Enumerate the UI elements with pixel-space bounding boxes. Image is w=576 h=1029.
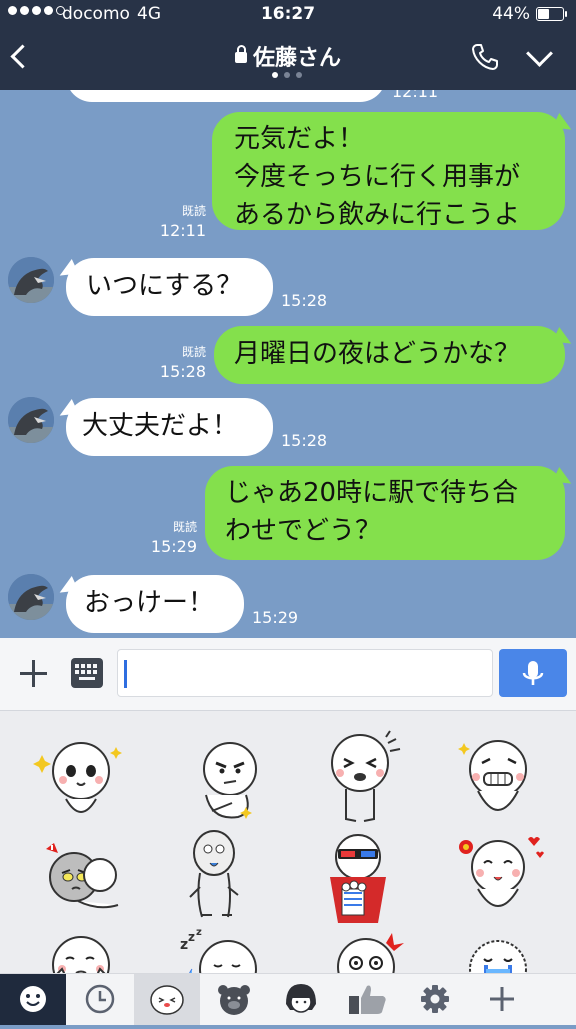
sticker-panel[interactable]: z z z [0,711,576,973]
message-meta: 既読 15:29 [141,518,197,556]
message-text: 大丈夫だよ！ [82,411,239,441]
gear-icon [421,985,449,1013]
svg-text:z: z [180,937,188,953]
sticker-grinning[interactable] [450,733,560,833]
message-time: 15:29 [252,608,299,627]
tab-add[interactable] [469,974,535,1025]
phone-icon[interactable] [470,42,500,72]
message-bubble-outgoing[interactable]: 元気だよ！ 今度そっちに行く用事が あるから飲みに行こうよ [212,112,565,230]
page-dot [284,72,290,78]
message-text: いつにする？ [86,271,243,301]
sticker-laughing[interactable] [316,729,426,829]
read-receipt: 既読 [172,520,197,534]
dinosaur-avatar-icon [8,574,54,620]
tab-sticker-pack[interactable] [134,974,200,1025]
message-time: 15:28 [281,291,328,310]
message-time: 12:11 [392,90,439,101]
message-meta: 既読 15:28 [150,343,206,381]
sticker-popcorn-3d[interactable] [316,831,426,931]
dinosaur-avatar-icon [8,257,54,303]
message-time: 12:11 [159,221,206,240]
sticker-sleeping[interactable]: z z z [172,929,282,973]
message-bubble-incoming[interactable]: おっけー！ [66,575,244,633]
message-time: 15:29 [150,537,197,556]
plus-icon [490,987,514,1011]
read-receipt: 既読 [181,204,206,218]
message-text-field[interactable] [117,649,493,697]
sticker-shocked[interactable] [316,927,426,973]
message-bubble-outgoing[interactable]: 月曜日の夜はどうかな？ [214,326,565,384]
plus-icon[interactable] [18,658,48,688]
dinosaur-avatar-icon [8,397,54,443]
message-meta: 既読 12:11 [150,202,206,240]
message-input[interactable] [130,658,484,690]
battery-percent: 44% [492,4,530,24]
sticker-blowing-kiss[interactable] [28,929,138,973]
read-receipt: 既読 [181,345,206,359]
tab-history[interactable] [67,974,133,1025]
message-text: おっけー！ [84,588,215,618]
microphone-icon [522,661,544,685]
message-bubble-outgoing[interactable]: じゃあ20時に駅で待ち合 わせでどう？ [205,466,565,560]
keyboard-icon[interactable] [71,658,103,688]
page-dot [296,72,302,78]
status-time: 16:27 [260,4,316,24]
sticker-sweating[interactable] [28,831,138,931]
tab-emoji[interactable] [0,974,66,1025]
message-bubble-incoming[interactable]: 大丈夫だよ！ [66,398,273,456]
message-bubble-incoming[interactable]: いつにする？ [66,258,273,316]
message-input-bar [0,638,576,711]
avatar[interactable] [8,257,54,303]
sticker-excited[interactable] [28,733,138,833]
tab-girl[interactable] [268,974,334,1025]
sticker-tab-bar [0,973,576,1025]
message-bubble-partial[interactable] [66,90,386,102]
page-dot [272,72,278,78]
page-indicator [272,72,302,78]
svg-text:z: z [196,929,202,938]
chat-title-text: 佐藤さん [252,46,341,71]
avatar[interactable] [8,574,54,620]
message-line: わせでどう？ [225,516,382,546]
message-line: 今度そっちに行く用事が [234,162,521,192]
text-caret [124,660,127,688]
sticker-crying[interactable] [450,929,560,973]
tab-bear[interactable] [201,974,267,1025]
girl-icon [286,984,316,1013]
bear-icon [218,985,250,1015]
top-bar: docomo 4G 16:27 44% 佐藤さん [0,0,576,90]
svg-text:z: z [188,930,195,944]
lock-icon [234,45,247,63]
avatar[interactable] [8,397,54,443]
sticker-face-icon [150,985,184,1015]
sticker-zombie[interactable] [172,827,282,927]
status-bar: docomo 4G 16:27 44% [0,0,576,30]
tab-settings[interactable] [402,974,468,1025]
voice-message-button[interactable] [499,649,567,697]
tab-thumbs-up[interactable] [335,974,401,1025]
thumbs-up-icon [349,985,386,1014]
battery-icon [536,7,567,21]
message-time: 15:28 [281,431,328,450]
message-line: あるから飲みに行こうよ [234,200,521,230]
clock-icon [85,984,115,1014]
chat-history[interactable]: 12:11 元気だよ！ 今度そっちに行く用事が あるから飲みに行こうよ 既読 1… [0,90,576,638]
message-line: 元気だよ！ [234,124,365,154]
message-line: じゃあ20時に駅で待ち合 [225,478,519,508]
sticker-smug[interactable] [172,733,282,833]
sticker-blushing[interactable] [450,831,560,931]
message-text: 月曜日の夜はどうかな？ [234,339,521,369]
message-time: 15:28 [159,362,206,381]
emoji-icon [20,986,46,1012]
